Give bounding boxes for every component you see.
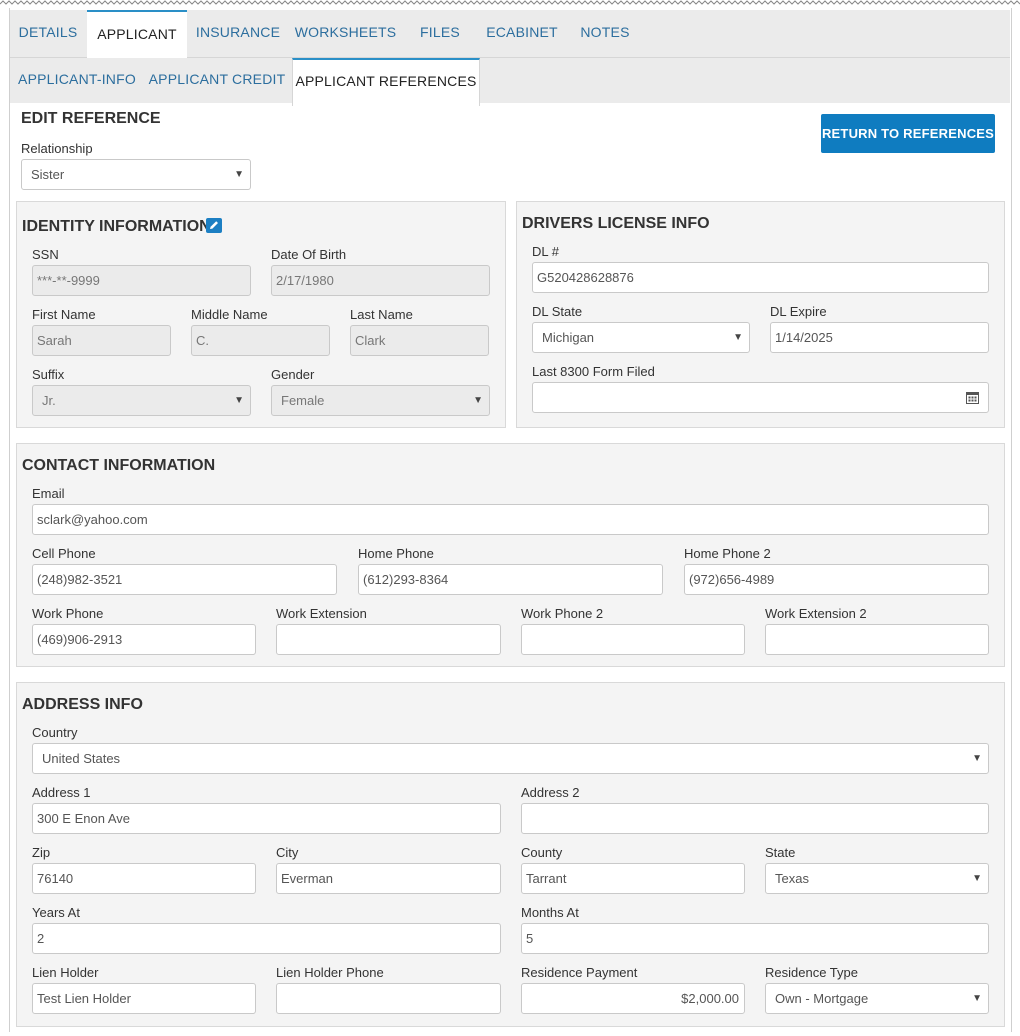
last-8300-field[interactable] — [532, 382, 989, 413]
gender-select[interactable]: Female ▼ — [271, 385, 490, 416]
zip-label: Zip — [32, 845, 51, 860]
tab-applicant-references[interactable]: APPLICANT REFERENCES — [292, 58, 480, 106]
city-label: City — [276, 845, 299, 860]
address-1-label: Address 1 — [32, 785, 91, 800]
tab-ecabinet[interactable]: ECABINET — [480, 10, 564, 57]
work-extension-2-field[interactable] — [765, 624, 989, 655]
city-field[interactable]: Everman — [276, 863, 501, 894]
state-select[interactable]: Texas ▼ — [765, 863, 989, 894]
ssn-field[interactable]: ***-**-9999 — [32, 265, 251, 296]
chevron-down-icon: ▼ — [733, 332, 743, 343]
tab-applicant-credit[interactable]: APPLICANT CREDIT — [147, 58, 287, 103]
work-extension-field[interactable] — [276, 624, 501, 655]
home-phone-label: Home Phone — [358, 546, 434, 561]
dl-title: DRIVERS LICENSE INFO — [522, 215, 710, 232]
tab-applicant[interactable]: APPLICANT — [87, 10, 187, 59]
main-tab-bar: DETAILS APPLICANT INSURANCE WORKSHEETS F… — [10, 10, 1010, 59]
work-phone-2-field[interactable] — [521, 624, 745, 655]
first-name-label: First Name — [32, 307, 96, 322]
identity-title: IDENTITY INFORMATION — [22, 218, 211, 235]
email-field[interactable]: sclark@yahoo.com — [32, 504, 989, 535]
last-name-field[interactable]: Clark — [350, 325, 489, 356]
home-phone-field[interactable]: (612)293-8364 — [358, 564, 663, 595]
chevron-down-icon: ▼ — [473, 395, 483, 406]
middle-name-label: Middle Name — [191, 307, 268, 322]
dl-number-label: DL # — [532, 244, 559, 259]
tab-details[interactable]: DETAILS — [10, 10, 86, 57]
tab-worksheets[interactable]: WORKSHEETS — [293, 10, 398, 57]
first-name-field[interactable]: Sarah — [32, 325, 171, 356]
lien-holder-phone-label: Lien Holder Phone — [276, 965, 384, 980]
last-name-label: Last Name — [350, 307, 413, 322]
work-phone-field[interactable]: (469)906-2913 — [32, 624, 256, 655]
relationship-label: Relationship — [21, 141, 93, 156]
address-2-label: Address 2 — [521, 785, 580, 800]
county-label: County — [521, 845, 563, 860]
gender-label: Gender — [271, 367, 315, 382]
dl-state-select[interactable]: Michigan ▼ — [532, 322, 750, 353]
years-at-label: Years At — [32, 905, 80, 920]
suffix-label: Suffix — [32, 367, 65, 382]
address-title: ADDRESS INFO — [22, 696, 143, 713]
chevron-down-icon: ▼ — [972, 873, 982, 884]
work-extension-2-label: Work Extension 2 — [765, 606, 867, 621]
residence-payment-label: Residence Payment — [521, 965, 638, 980]
lien-holder-field[interactable]: Test Lien Holder — [32, 983, 256, 1014]
work-phone-2-label: Work Phone 2 — [521, 606, 604, 621]
country-label: Country — [32, 725, 78, 740]
lien-holder-label: Lien Holder — [32, 965, 99, 980]
work-extension-label: Work Extension — [276, 606, 367, 621]
residence-type-select[interactable]: Own - Mortgage ▼ — [765, 983, 989, 1014]
chevron-down-icon: ▼ — [234, 169, 244, 180]
chevron-down-icon: ▼ — [972, 993, 982, 1004]
dob-label: Date Of Birth — [271, 247, 347, 262]
months-at-label: Months At — [521, 905, 579, 920]
years-at-field[interactable]: 2 — [32, 923, 501, 954]
pencil-edit-icon[interactable] — [206, 218, 222, 233]
state-label: State — [765, 845, 796, 860]
return-to-references-button[interactable]: RETURN TO REFERENCES — [821, 114, 995, 153]
home-phone-2-field[interactable]: (972)656-4989 — [684, 564, 989, 595]
email-label: Email — [32, 486, 65, 501]
home-phone-2-label: Home Phone 2 — [684, 546, 771, 561]
work-phone-label: Work Phone — [32, 606, 104, 621]
suffix-select[interactable]: Jr. ▼ — [32, 385, 251, 416]
torn-edge — [0, 0, 1020, 5]
tab-notes[interactable]: NOTES — [574, 10, 636, 57]
cell-phone-label: Cell Phone — [32, 546, 96, 561]
lien-holder-phone-field[interactable] — [276, 983, 501, 1014]
zip-field[interactable]: 76140 — [32, 863, 256, 894]
calendar-icon[interactable] — [966, 391, 979, 404]
tab-insurance[interactable]: INSURANCE — [191, 10, 285, 57]
ssn-label: SSN — [32, 247, 59, 262]
cell-phone-field[interactable]: (248)982-3521 — [32, 564, 337, 595]
county-field[interactable]: Tarrant — [521, 863, 745, 894]
page-title: EDIT REFERENCE — [21, 110, 161, 127]
dob-field[interactable]: 2/17/1980 — [271, 265, 490, 296]
dl-state-label: DL State — [532, 304, 583, 319]
address-2-field[interactable] — [521, 803, 989, 834]
tab-files[interactable]: FILES — [411, 10, 469, 57]
dl-expire-field[interactable]: 1/14/2025 — [770, 322, 989, 353]
months-at-field[interactable]: 5 — [521, 923, 989, 954]
dl-expire-label: DL Expire — [770, 304, 827, 319]
residence-type-label: Residence Type — [765, 965, 858, 980]
chevron-down-icon: ▼ — [972, 753, 982, 764]
residence-payment-field[interactable]: $2,000.00 — [521, 983, 745, 1014]
chevron-down-icon: ▼ — [234, 395, 244, 406]
country-select[interactable]: United States ▼ — [32, 743, 989, 774]
relationship-select[interactable]: Sister ▼ — [21, 159, 251, 190]
middle-name-field[interactable]: C. — [191, 325, 330, 356]
sub-tab-bar: APPLICANT-INFO APPLICANT CREDIT APPLICAN… — [10, 58, 1010, 106]
dl-number-field[interactable]: G520428628876 — [532, 262, 989, 293]
address-1-field[interactable]: 300 E Enon Ave — [32, 803, 501, 834]
tab-applicant-info[interactable]: APPLICANT-INFO — [14, 58, 140, 103]
last-8300-label: Last 8300 Form Filed — [532, 364, 655, 379]
contact-title: CONTACT INFORMATION — [22, 457, 216, 474]
